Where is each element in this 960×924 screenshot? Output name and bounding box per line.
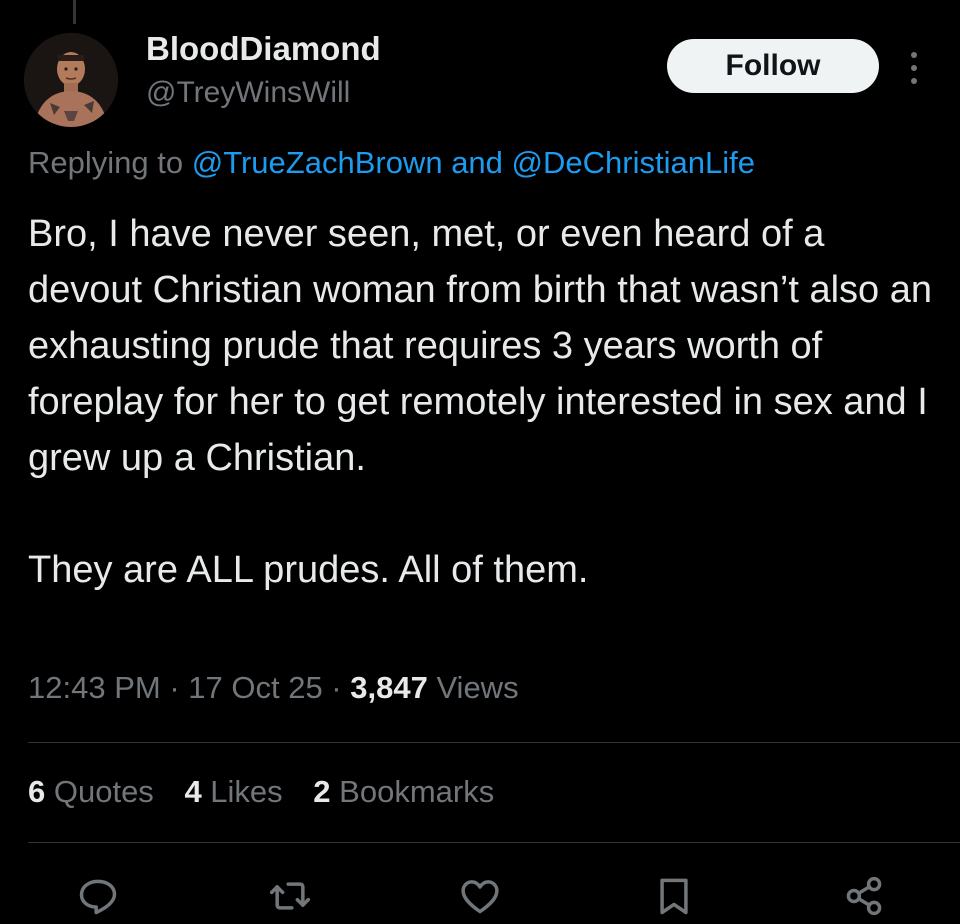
tweet-paragraph: They are ALL prudes. All of them.	[28, 549, 589, 591]
divider	[28, 842, 960, 843]
tweet-text: Bro, I have never seen, met, or even hea…	[28, 206, 938, 598]
replying-conjunction: and	[442, 145, 512, 180]
tweet-paragraph: Bro, I have never seen, met, or even hea…	[28, 213, 932, 479]
reply-icon[interactable]	[74, 872, 122, 920]
mention-link[interactable]: @TrueZachBrown	[192, 145, 443, 180]
tweet-date[interactable]: 17 Oct 25	[188, 670, 322, 705]
tweet-time[interactable]: 12:43 PM	[28, 670, 161, 705]
tweet-meta: 12:43 PM · 17 Oct 25 · 3,847 Views	[28, 670, 519, 706]
views-label: Views	[427, 670, 519, 705]
follow-button[interactable]: Follow	[667, 39, 879, 93]
engagement-stats: 6 Quotes 4 Likes 2 Bookmarks	[28, 774, 516, 810]
views-count: 3,847	[350, 670, 428, 705]
meta-separator: ·	[322, 670, 351, 705]
replying-to: Replying to @TrueZachBrown and @DeChrist…	[28, 145, 755, 181]
quotes-stat[interactable]: 6 Quotes	[28, 774, 154, 809]
display-name[interactable]: BloodDiamond	[146, 30, 381, 68]
replying-prefix: Replying to	[28, 145, 192, 180]
likes-stat[interactable]: 4 Likes	[184, 774, 282, 809]
share-icon[interactable]	[840, 872, 888, 920]
avatar[interactable]	[24, 33, 118, 127]
retweet-icon[interactable]	[266, 872, 314, 920]
divider	[28, 742, 960, 743]
more-options-icon[interactable]	[900, 48, 928, 88]
bookmark-icon[interactable]	[650, 872, 698, 920]
thread-line	[73, 0, 76, 24]
meta-separator: ·	[160, 670, 189, 705]
like-icon[interactable]	[456, 872, 504, 920]
bookmarks-stat[interactable]: 2 Bookmarks	[313, 774, 494, 809]
user-handle[interactable]: @TreyWinsWill	[146, 76, 350, 110]
mention-link[interactable]: @DeChristianLife	[512, 145, 755, 180]
